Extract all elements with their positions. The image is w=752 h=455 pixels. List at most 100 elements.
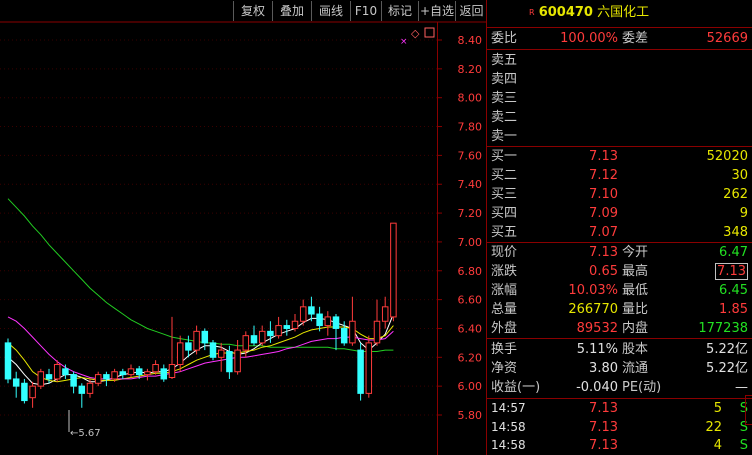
buy-volume: 30 [731,168,748,183]
candle [37,368,45,390]
add-watchlist-button[interactable]: +自选 [418,1,455,21]
quote-row: 总量 266770 量比 1.85 [487,300,752,319]
outer-volume: 89532 [576,321,618,336]
quote-panel: R 600470 六国化工 委比 100.00% 委差 52669 卖五 卖四 … [487,0,752,455]
sell-label: 卖一 [491,129,518,144]
buy-label: 买三 [491,187,518,202]
quote-label: 涨跌 [491,264,518,279]
fund-label: 净资 [491,361,518,376]
tick-price: 7.13 [589,438,618,453]
inner-volume: 177238 [698,321,748,336]
price-axis-label: 8.20 [458,63,483,76]
f10-button[interactable]: F10 [350,1,381,21]
buy-volume: 348 [723,225,748,240]
fund-label: 收益(一) [491,380,541,395]
tick-row: 14:58 7.13 4 S [487,436,752,455]
price-axis-label: 8.00 [458,92,483,105]
price-axis-label: 5.80 [458,409,483,422]
quote-row: 现价 7.13 今开 6.47 [487,243,752,262]
buy-price: 7.07 [589,225,618,240]
stock-code: 600470 [538,5,593,20]
high-price: 7.13 [715,263,748,280]
turnover-rate: 5.11% [576,342,618,357]
fund-label: 换手 [491,342,518,357]
total-volume: 266770 [568,302,618,317]
tick-time: 14:58 [491,438,526,452]
tick-volume: 5 [713,401,722,416]
buy-label: 买一 [491,149,518,164]
price-axis-label: 7.60 [458,149,483,162]
price-axis-label: 7.00 [458,236,483,249]
chart-toolbar: 复权 叠加 画线 F10 标记 +自选 返回 [0,0,487,22]
sell-label: 卖三 [491,91,518,106]
quote-label: 最高 [622,264,649,279]
buy-price: 7.10 [589,187,618,202]
stock-name: 六国化工 [597,5,650,20]
buy-row: 买一 7.13 52020 [487,147,752,166]
tick-price: 7.13 [589,401,618,416]
draw-line-button[interactable]: 画线 [311,1,350,21]
sell-label: 卖五 [491,53,518,68]
fund-row: 净资 3.80 流通 5.22亿 [487,359,752,378]
open-price: 6.47 [719,245,748,260]
buy-row: 买五 7.07 348 [487,223,752,242]
change-percent: 10.03% [568,283,618,298]
quote-label: 外盘 [491,321,518,336]
quote-label: 量比 [622,302,649,317]
low-marker-label: ←5.67 [70,428,101,439]
candle [357,342,364,401]
diamond-icon[interactable]: ◇ [411,27,420,40]
overlay-button[interactable]: 叠加 [272,1,311,21]
price-axis-label: 6.80 [458,265,483,278]
price-axis-label: 7.40 [458,178,483,191]
buy-row: 买三 7.10 262 [487,185,752,204]
float-shares: 5.22亿 [706,361,748,376]
quote-label: 最低 [622,283,649,298]
quote-row: 外盘 89532 内盘 177238 [487,319,752,338]
quote-label: 涨幅 [491,283,518,298]
price-axis-label: 6.20 [458,351,483,364]
candle [365,335,373,398]
quote-row: 涨跌 0.65 最高 7.13 [487,262,752,281]
quote-label: 现价 [491,245,518,260]
low-price: 6.45 [719,283,748,298]
price-axis-label: 6.60 [458,294,483,307]
quote-label: 内盘 [622,321,649,336]
fund-label: PE(动) [622,380,662,395]
current-price: 7.13 [589,245,618,260]
weibi-value: 100.00% [560,31,618,46]
mark-button[interactable]: 标记 [381,1,418,21]
crosshair-mark-icon: × [400,37,408,47]
eps: -0.040 [576,380,618,395]
fund-label: 股本 [622,342,649,357]
kline-chart[interactable]: 8.40 8.20 8.00 7.80 7.60 7.40 7.20 7.00 6.80 6.60… [0,0,487,455]
net-assets: 3.80 [589,361,618,376]
scrollbar-thumb[interactable] [745,395,752,425]
tick-volume: 22 [705,420,722,435]
price-axis-label: 8.40 [458,34,483,47]
back-button[interactable]: 返回 [455,1,487,21]
buy-volume: 262 [723,187,748,202]
r-mark: R [529,8,535,17]
quote-label: 今开 [622,245,649,260]
tick-row: 14:57 7.13 5 S [487,399,752,418]
buy-row: 买四 7.09 9 [487,204,752,223]
fund-row: 换手 5.11% 股本 5.22亿 [487,340,752,359]
sell-label: 卖二 [491,110,518,125]
buy-label: 买二 [491,168,518,183]
weicha-label: 委差 [622,31,649,46]
fund-row: 收益(一) -0.040 PE(动) — [487,378,752,397]
weibi-row: 委比 100.00% 委差 52669 [487,29,752,48]
tick-volume: 4 [713,438,722,453]
price-axis-label: 6.40 [458,322,483,335]
restore-rights-button[interactable]: 复权 [233,1,272,21]
candle [390,222,397,322]
tick-row: 14:58 7.13 22 S [487,418,752,437]
buy-row: 买二 7.12 30 [487,166,752,185]
sell-row: 卖四 [487,70,752,89]
tick-price: 7.13 [589,420,618,435]
weicha-value: 52669 [706,31,748,46]
buy-price: 7.09 [589,206,618,221]
quote-label: 总量 [491,302,518,317]
sell-row: 卖一 [487,127,752,146]
